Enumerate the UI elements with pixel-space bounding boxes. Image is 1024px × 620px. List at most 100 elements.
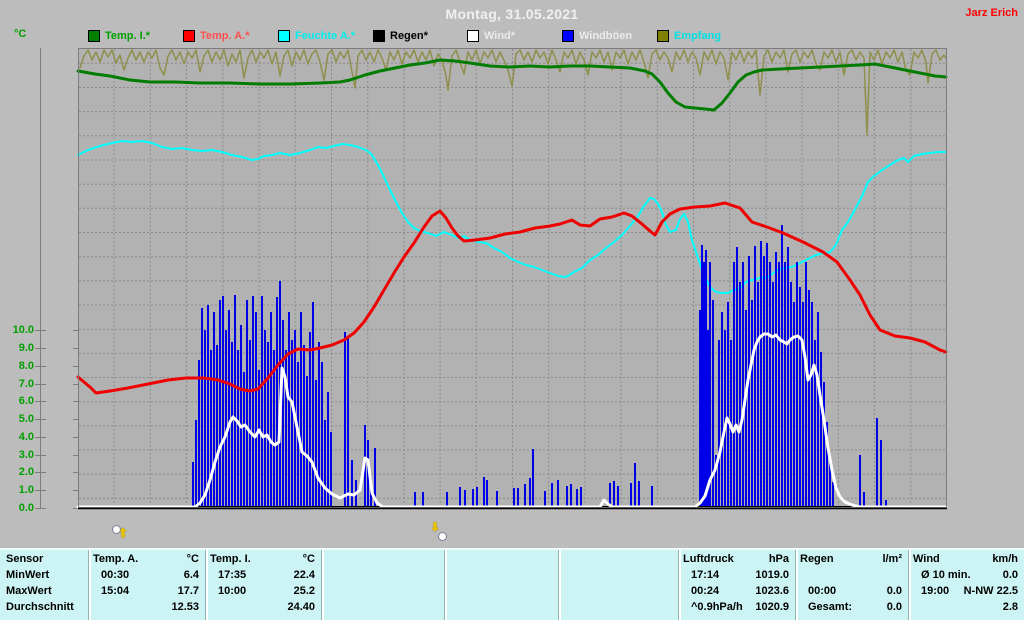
- table-column-divider: [678, 550, 681, 620]
- table-row-label: Durchschnitt: [6, 601, 74, 613]
- cell-value: 1020.9: [755, 601, 789, 613]
- table-cell: 2.8: [913, 601, 1018, 613]
- cell-value: 0.0: [886, 601, 902, 613]
- legend-item-wind: Wind*: [467, 30, 515, 42]
- cell-label: Gesamt:: [808, 601, 853, 613]
- page-title: Montag, 31.05.2021: [445, 6, 579, 22]
- table-cell: 00:00 0.0: [800, 585, 902, 597]
- cell-label: Ø 10 min.: [921, 569, 971, 581]
- table-cell: 00:30 6.4: [93, 569, 199, 581]
- cell-value: km/h: [992, 553, 1018, 565]
- cell-value: 0.0: [1002, 569, 1018, 581]
- table-cell: Gesamt: 0.0: [800, 601, 902, 613]
- weather-chart-plot[interactable]: [30, 44, 960, 514]
- legend-label: Empfang: [674, 30, 722, 42]
- table-row-label: MinWert: [6, 569, 50, 581]
- up-arrow-icon: ⬆: [118, 526, 129, 540]
- table-column-divider: [795, 550, 798, 620]
- sensor-stats-table: Sensor MinWert MaxWert Durchschnitt Temp. A.…: [0, 548, 1024, 620]
- legend-label: Windböen: [579, 30, 633, 42]
- cell-label: Luftdruck: [683, 553, 734, 565]
- cell-label: Temp. I.: [210, 553, 251, 565]
- table-cell: Temp. I. °C: [210, 553, 315, 565]
- legend-item-tempi: Temp. I.*: [88, 30, 150, 42]
- legend-item-empfang: Empfang: [657, 30, 721, 42]
- table-cell: Temp. A. °C: [93, 553, 199, 565]
- cell-label: 17:35: [218, 569, 247, 581]
- y-tick-label: 1.0: [18, 484, 34, 497]
- table-cell: 10:00 25.2: [210, 585, 315, 597]
- cell-label: Temp. A.: [93, 553, 139, 565]
- table-column-divider: [444, 550, 447, 620]
- temp-outside-swatch: [183, 30, 195, 42]
- cell-label: ^0.9hPa/h: [691, 601, 743, 613]
- gust-swatch: [562, 30, 574, 42]
- table-cell: Wind km/h: [913, 553, 1018, 565]
- table-row-label: Sensor: [6, 553, 44, 565]
- y-tick-label: 10.0: [12, 324, 34, 337]
- cell-value: 6.4: [183, 569, 199, 581]
- table-cell: 12.53: [93, 601, 199, 613]
- cell-value: N-NW 22.5: [963, 585, 1018, 597]
- wind-swatch: [467, 30, 479, 42]
- legend-label: Wind*: [484, 30, 516, 42]
- cell-label: [210, 601, 218, 613]
- y-tick-label: 4.0: [18, 430, 34, 443]
- cell-value: 0.0: [886, 585, 902, 597]
- table-cell: Ø 10 min. 0.0: [913, 569, 1018, 581]
- y-tick-label: 6.0: [18, 395, 34, 408]
- legend-item-regen: Regen*: [373, 30, 428, 42]
- cell-value: 17.7: [177, 585, 199, 597]
- table-row-label: MaxWert: [6, 585, 52, 597]
- table-cell: Luftdruck hPa: [683, 553, 789, 565]
- legend-label: Feuchte A.*: [295, 30, 356, 42]
- reception-swatch: [657, 30, 669, 42]
- legend-item-windben: Windböen: [562, 30, 632, 42]
- moonrise-marker-icon: ⬆: [112, 525, 128, 541]
- cell-value: °C: [186, 553, 199, 565]
- table-column-divider: [88, 550, 91, 620]
- rain-swatch: [373, 30, 385, 42]
- table-cell: 15:04 17.7: [93, 585, 199, 597]
- table-column-divider: [558, 550, 561, 620]
- cell-label: 15:04: [101, 585, 130, 597]
- weather-app-window: Montag, 31.05.2021 Jarz Erich °C Temp. I…: [0, 0, 1024, 620]
- y-tick-label: 9.0: [18, 342, 34, 355]
- table-cell: 19:00 N-NW 22.5: [913, 585, 1018, 597]
- cell-label: 00:00: [808, 585, 837, 597]
- cell-label: 10:00: [218, 585, 247, 597]
- cell-label: 17:14: [691, 569, 720, 581]
- table-cell: 00:24 1023.6: [683, 585, 789, 597]
- legend-item-tempa: Temp. A.*: [183, 30, 250, 42]
- legend-label: Temp. I.*: [105, 30, 151, 42]
- y-tick-label: 3.0: [18, 448, 34, 461]
- temp-inside-swatch: [88, 30, 100, 42]
- legend-label: Temp. A.*: [200, 30, 250, 42]
- table-cell: Regen l/m²: [800, 553, 902, 565]
- cell-value: hPa: [768, 553, 789, 565]
- legend-label: Regen*: [390, 30, 428, 42]
- cell-value: 12.53: [171, 601, 199, 613]
- table-column-divider: [205, 550, 208, 620]
- cell-label: 00:24: [691, 585, 720, 597]
- table-column-divider: [908, 550, 911, 620]
- table-column-divider: [321, 550, 324, 620]
- cell-label: [913, 601, 921, 613]
- cell-label: 19:00: [921, 585, 950, 597]
- y-tick-label: 7.0: [18, 377, 34, 390]
- cell-value: 1019.0: [755, 569, 789, 581]
- down-arrow-icon: ⬇: [430, 520, 441, 534]
- cell-label: 00:30: [101, 569, 130, 581]
- moonset-marker-icon: ⬇: [430, 520, 447, 541]
- cell-value: 1023.6: [755, 585, 789, 597]
- legend-item-feuchtea: Feuchte A.*: [278, 30, 355, 42]
- cell-value: 24.40: [287, 601, 315, 613]
- table-cell: 17:35 22.4: [210, 569, 315, 581]
- y-tick-label: 2.0: [18, 466, 34, 479]
- cell-value: °C: [302, 553, 315, 565]
- cell-value: 25.2: [293, 585, 315, 597]
- cell-value: 2.8: [1002, 601, 1018, 613]
- y-tick-label: 0.0: [18, 502, 34, 514]
- cell-label: Wind: [913, 553, 940, 565]
- table-cell: 24.40: [210, 601, 315, 613]
